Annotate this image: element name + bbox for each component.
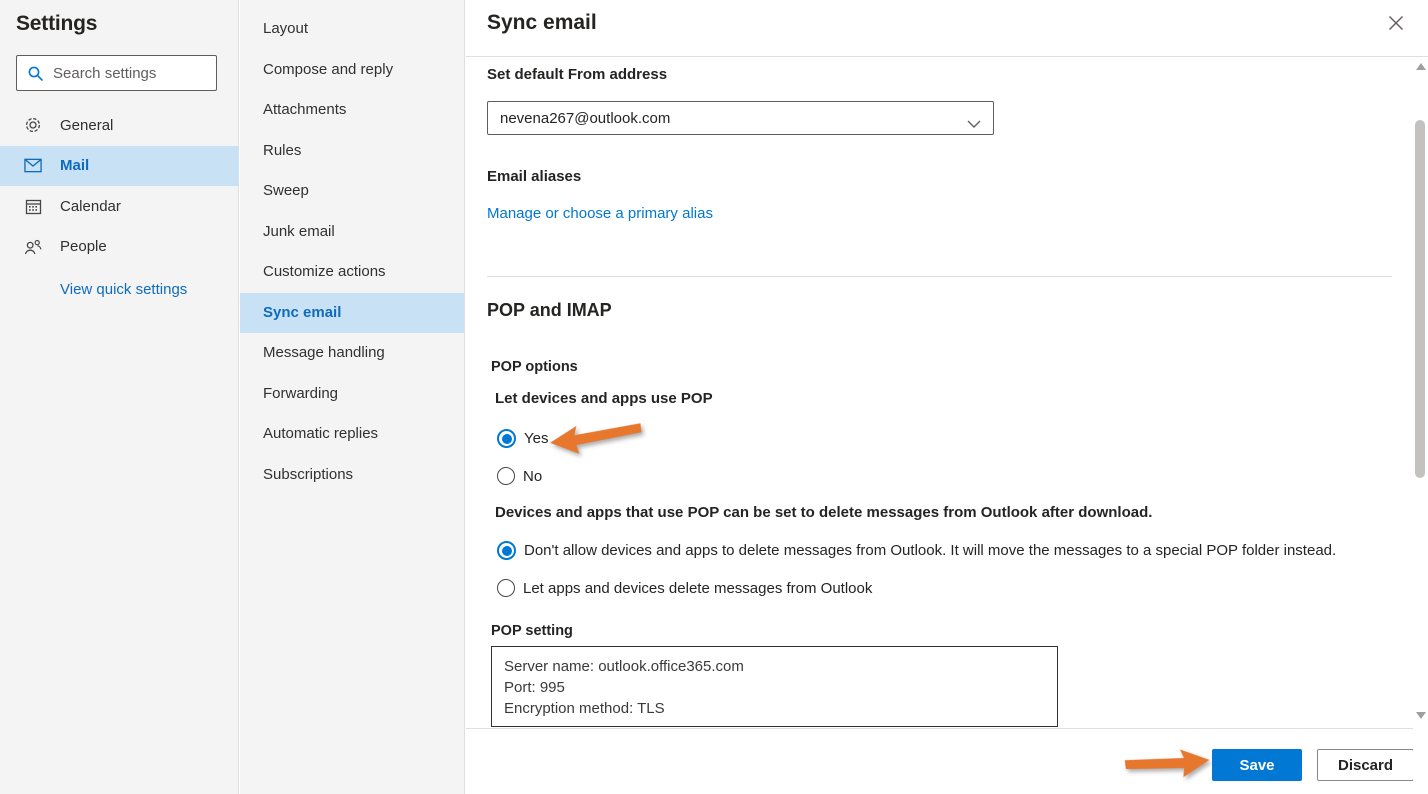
people-icon xyxy=(24,238,42,256)
radio-label: Let apps and devices delete messages fro… xyxy=(523,580,872,597)
subnav-item-attachments[interactable]: Attachments xyxy=(240,90,464,131)
pop-setting-label: POP setting xyxy=(491,623,573,639)
subnav-item-message-handling[interactable]: Message handling xyxy=(240,333,464,374)
radio-label: Yes xyxy=(524,430,548,447)
sync-email-panel: Sync email Set default From address neve… xyxy=(466,0,1428,794)
mail-icon xyxy=(24,157,42,175)
settings-title: Settings xyxy=(0,0,238,36)
search-settings-box[interactable] xyxy=(16,55,217,91)
default-from-label: Set default From address xyxy=(487,66,667,83)
radio-unselected-icon xyxy=(497,467,515,485)
default-from-value: nevena267@outlook.com xyxy=(500,110,670,127)
radio-label: No xyxy=(523,468,542,485)
subnav-item-subscriptions[interactable]: Subscriptions xyxy=(240,455,464,496)
subnav-item-sync-email[interactable]: Sync email xyxy=(240,293,464,334)
discard-button[interactable]: Discard xyxy=(1317,749,1414,781)
calendar-icon xyxy=(24,197,42,215)
sidebar-item-label: Mail xyxy=(60,157,89,174)
subnav-item-rules[interactable]: Rules xyxy=(240,131,464,172)
scrollbar-thumb[interactable] xyxy=(1415,120,1425,478)
pop-setting-box: Server name: outlook.office365.com Port:… xyxy=(491,646,1058,727)
subnav-item-layout[interactable]: Layout xyxy=(240,9,464,50)
settings-sidebar: Settings General xyxy=(0,0,239,794)
gear-icon xyxy=(24,116,42,134)
sidebar-item-people[interactable]: People xyxy=(0,227,239,268)
section-divider xyxy=(487,276,1392,277)
subnav-item-customize-actions[interactable]: Customize actions xyxy=(240,252,464,293)
allow-delete-radio[interactable]: Let apps and devices delete messages fro… xyxy=(497,579,872,597)
default-from-dropdown[interactable]: nevena267@outlook.com xyxy=(487,101,994,135)
manage-alias-link[interactable]: Manage or choose a primary alias xyxy=(487,205,713,222)
scroll-down-icon[interactable] xyxy=(1416,712,1426,719)
subnav-item-compose-and-reply[interactable]: Compose and reply xyxy=(240,50,464,91)
sidebar-item-calendar[interactable]: Calendar xyxy=(0,186,239,227)
view-quick-settings-link[interactable]: View quick settings xyxy=(60,281,187,298)
sidebar-item-mail[interactable]: Mail xyxy=(0,146,239,187)
sidebar-item-label: General xyxy=(60,117,113,134)
footer-divider xyxy=(466,728,1428,729)
radio-unselected-icon xyxy=(497,579,515,597)
pop-server-line: Server name: outlook.office365.com xyxy=(504,656,1057,677)
subnav-item-junk-email[interactable]: Junk email xyxy=(240,212,464,253)
sidebar-item-general[interactable]: General xyxy=(0,105,239,146)
close-icon[interactable] xyxy=(1387,14,1405,32)
panel-header: Sync email xyxy=(466,0,1428,57)
mail-settings-subnav: Layout Compose and reply Attachments Rul… xyxy=(240,0,465,794)
panel-title: Sync email xyxy=(487,11,597,35)
outlook-settings-window: Settings General xyxy=(0,0,1428,794)
pop-port-line: Port: 995 xyxy=(504,677,1057,698)
subnav-item-automatic-replies[interactable]: Automatic replies xyxy=(240,414,464,455)
settings-nav: General Mail xyxy=(0,105,239,267)
email-aliases-label: Email aliases xyxy=(487,168,581,185)
sidebar-item-label: Calendar xyxy=(60,198,121,215)
subnav-item-forwarding[interactable]: Forwarding xyxy=(240,374,464,415)
dont-allow-delete-radio[interactable]: Don't allow devices and apps to delete m… xyxy=(497,541,1336,560)
radio-selected-icon xyxy=(497,541,516,560)
vertical-scrollbar xyxy=(1413,58,1428,794)
chevron-down-icon xyxy=(967,115,981,133)
scroll-up-icon[interactable] xyxy=(1416,63,1426,70)
pop-yes-radio[interactable]: Yes xyxy=(497,429,548,448)
subnav-item-sweep[interactable]: Sweep xyxy=(240,171,464,212)
pop-encryption-line: Encryption method: TLS xyxy=(504,698,1057,719)
pop-delete-question-label: Devices and apps that use POP can be set… xyxy=(495,504,1152,521)
search-icon xyxy=(27,65,44,82)
pop-imap-heading: POP and IMAP xyxy=(487,300,612,321)
save-button[interactable]: Save xyxy=(1212,749,1302,781)
pop-options-label: POP options xyxy=(491,359,578,375)
radio-selected-icon xyxy=(497,429,516,448)
radio-label: Don't allow devices and apps to delete m… xyxy=(524,542,1336,559)
pop-no-radio[interactable]: No xyxy=(497,467,542,485)
search-settings-input[interactable] xyxy=(53,65,203,82)
sidebar-item-label: People xyxy=(60,238,107,255)
use-pop-label: Let devices and apps use POP xyxy=(495,390,713,407)
